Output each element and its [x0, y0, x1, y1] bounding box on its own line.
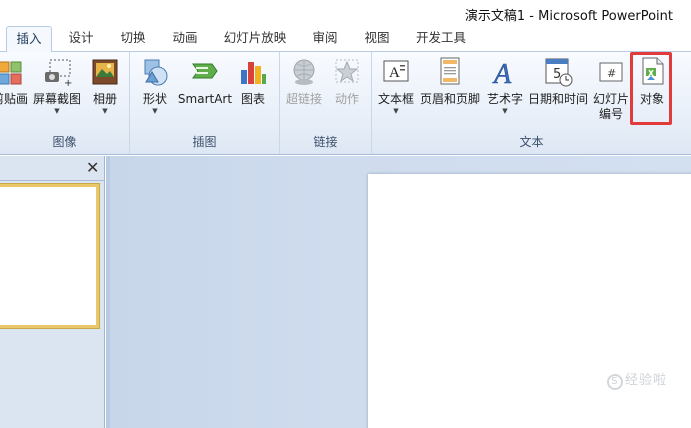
smartart-button[interactable]: SmartArt	[176, 56, 234, 107]
hyperlink-label: 超链接	[285, 92, 322, 106]
action-star-icon	[332, 56, 362, 88]
calendar-clock-icon: 5	[543, 56, 573, 88]
tab-insert[interactable]: 插入	[6, 26, 52, 53]
wordart-label: 艺术字	[486, 92, 523, 106]
tab-developer[interactable]: 开发工具	[412, 26, 470, 52]
slide-thumbnail[interactable]	[0, 184, 99, 328]
object-highlight-frame	[630, 52, 672, 125]
group-text-label: 文本	[519, 135, 544, 149]
svg-text:+: +	[64, 78, 72, 88]
chart-button[interactable]: 图表	[236, 56, 270, 107]
clipart-icon	[0, 56, 25, 88]
tab-review[interactable]: 审阅	[306, 26, 344, 52]
slide-number-label-line1: 幻灯片	[592, 92, 629, 106]
wordart-button[interactable]: A 艺术字 ▼	[486, 56, 524, 115]
datetime-button[interactable]: 5 日期和时间	[526, 56, 590, 107]
group-links: 超链接 动作 链接	[280, 52, 372, 154]
chevron-down-icon: ▼	[152, 107, 158, 115]
group-illustrations-label: 插图	[192, 135, 217, 149]
datetime-label: 日期和时间	[527, 92, 588, 106]
tab-transitions[interactable]: 切换	[114, 26, 152, 52]
header-footer-button[interactable]: 页眉和页脚	[418, 56, 482, 107]
close-icon[interactable]: ✕	[86, 158, 99, 177]
window-title: 演示文稿1 - Microsoft PowerPoint	[464, 9, 673, 24]
smartart-icon	[190, 56, 220, 88]
slide-number-button[interactable]: # 幻灯片 编号	[590, 56, 632, 122]
svg-text:#: #	[607, 67, 616, 80]
panel-divider	[0, 180, 105, 181]
screenshot-label: 屏幕截图	[32, 92, 81, 106]
action-button[interactable]: 动作	[330, 56, 364, 107]
group-links-label: 链接	[313, 135, 338, 149]
chart-label: 图表	[240, 92, 265, 106]
album-label: 相册	[92, 92, 117, 106]
clipart-button[interactable]: 剪贴画	[0, 56, 30, 107]
slide-number-label-line2: 编号	[598, 107, 623, 121]
action-label: 动作	[334, 92, 359, 106]
watermark-logo-icon: S	[606, 374, 623, 390]
chevron-down-icon: ▼	[502, 107, 508, 115]
textbox-label: 文本框	[377, 92, 414, 106]
chevron-down-icon: ▼	[102, 107, 108, 115]
chevron-down-icon: ▼	[54, 107, 60, 115]
svg-text:A: A	[492, 59, 512, 88]
shapes-icon	[140, 56, 170, 88]
textbox-icon: A	[381, 56, 411, 88]
album-button[interactable]: 相册 ▼	[88, 56, 122, 115]
tab-slideshow[interactable]: 幻灯片放映	[222, 26, 288, 52]
tab-animations[interactable]: 动画	[166, 26, 204, 52]
ribbon-tabs: 插入 设计 切换 动画 幻灯片放映 审阅 视图 开发工具	[0, 26, 691, 53]
group-images-label: 图像	[52, 135, 77, 149]
screenshot-icon: +	[42, 56, 72, 89]
title-bar: 演示文稿1 - Microsoft PowerPoint	[0, 0, 691, 26]
bar-chart-icon	[238, 56, 268, 88]
photo-album-icon	[90, 56, 120, 88]
wordart-icon: A	[490, 56, 520, 91]
tab-design[interactable]: 设计	[62, 26, 100, 52]
shapes-button[interactable]: 形状 ▼	[138, 56, 172, 115]
panel-splitter[interactable]	[106, 156, 110, 428]
header-footer-icon	[435, 56, 465, 88]
ribbon: 剪贴画 + 屏幕截图 ▼	[0, 52, 691, 155]
watermark: S 经验啦	[606, 369, 667, 390]
group-images: 剪贴画 + 屏幕截图 ▼	[0, 52, 130, 154]
tab-view[interactable]: 视图	[358, 26, 396, 52]
hyperlink-globe-icon	[289, 56, 319, 88]
slide-number-label: 幻灯片 编号	[590, 92, 632, 122]
clipart-label: 剪贴画	[0, 92, 28, 106]
textbox-button[interactable]: A 文本框 ▼	[376, 56, 416, 115]
group-illustrations: 形状 ▼ SmartArt 图表 插图	[130, 52, 280, 154]
hyperlink-button[interactable]: 超链接	[284, 56, 324, 107]
screenshot-button[interactable]: + 屏幕截图 ▼	[32, 56, 82, 115]
watermark-text: 经验啦	[624, 373, 667, 388]
header-footer-label: 页眉和页脚	[419, 92, 480, 106]
slides-panel: ✕	[0, 156, 105, 428]
smartart-label: SmartArt	[177, 92, 233, 106]
chevron-down-icon: ▼	[393, 107, 399, 115]
shapes-label: 形状	[142, 92, 167, 106]
svg-text:A: A	[389, 65, 400, 81]
slide-number-icon: #	[596, 56, 626, 88]
